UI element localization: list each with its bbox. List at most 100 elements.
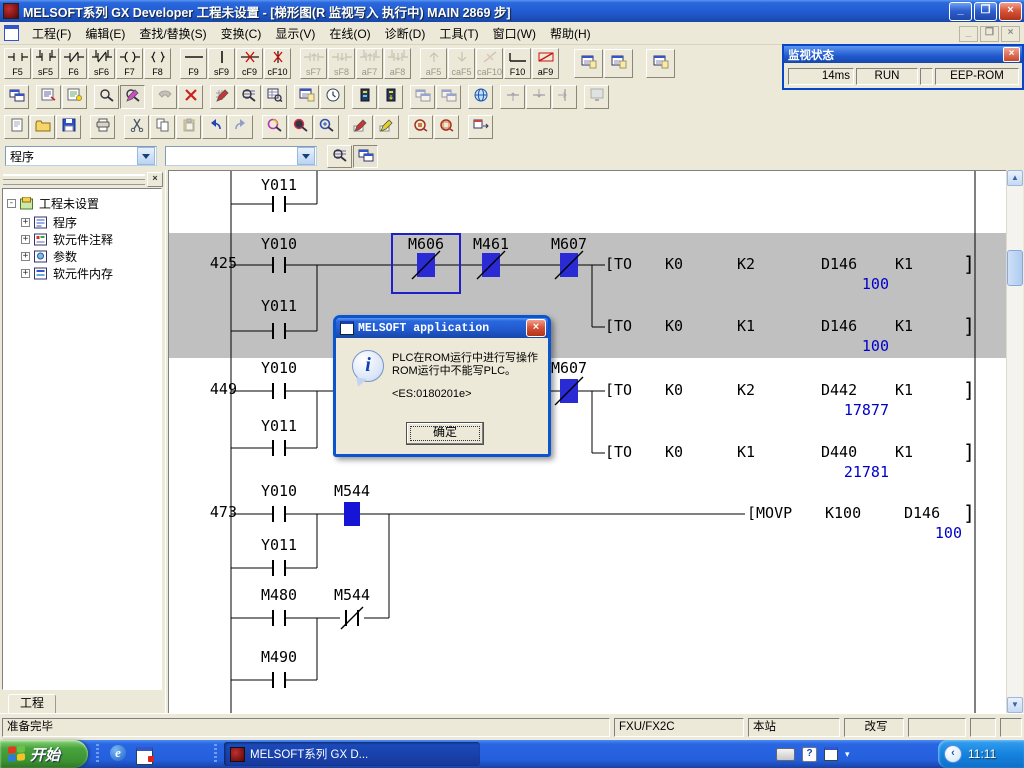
fkey-button-aF5[interactable]: aF5	[420, 48, 447, 79]
device-test-write-button[interactable]	[348, 115, 373, 139]
screen-display-button[interactable]	[584, 85, 609, 109]
copy-button[interactable]	[150, 115, 175, 139]
menu-9[interactable]: 窗口(W)	[486, 22, 543, 45]
chevron-down-icon[interactable]	[297, 147, 315, 165]
tile-windows-button[interactable]	[410, 85, 435, 109]
comment-note-button[interactable]	[646, 49, 675, 78]
redo-button[interactable]	[228, 115, 253, 139]
expand-icon[interactable]: +	[21, 269, 30, 278]
expand-icon[interactable]: +	[21, 218, 30, 227]
tree-item-2[interactable]: +软元件注释	[21, 231, 113, 248]
delete-row-button[interactable]	[526, 85, 551, 109]
mdi-minimize-button[interactable]: _	[959, 26, 978, 42]
paste-button[interactable]	[176, 115, 201, 139]
print-button[interactable]	[90, 115, 115, 139]
fkey-button-cF10[interactable]: cF10	[264, 48, 291, 79]
device-batch-monitor-button[interactable]	[236, 85, 261, 109]
scroll-down-icon[interactable]: ▼	[1007, 697, 1023, 713]
ladder-monitor-button[interactable]	[574, 49, 603, 78]
mdi-close-button[interactable]: ×	[1001, 26, 1020, 42]
fkey-button-aF8[interactable]: aF8	[384, 48, 411, 79]
monitor-status-titlebar[interactable]: 监视状态 ×	[784, 46, 1022, 63]
device-combobox[interactable]	[165, 146, 317, 166]
zoom-in-button[interactable]	[408, 115, 433, 139]
project-data-list-button[interactable]	[4, 85, 29, 109]
menu-5[interactable]: 显示(V)	[268, 22, 322, 45]
fkey-button-F6[interactable]: F6	[60, 48, 87, 79]
start-button[interactable]: 开始	[0, 740, 88, 768]
zoom-out-button[interactable]	[434, 115, 459, 139]
comment-edit-button[interactable]	[374, 115, 399, 139]
online-change-button[interactable]	[468, 85, 493, 109]
expand-icon[interactable]: +	[21, 252, 30, 261]
close-icon[interactable]: ×	[526, 319, 546, 337]
undo-button[interactable]	[202, 115, 227, 139]
cascade-windows-button[interactable]	[436, 85, 461, 109]
program-type-combobox[interactable]: 程序	[5, 146, 157, 166]
fkey-button-sF8[interactable]: sF8	[328, 48, 355, 79]
panel-close-icon[interactable]: ×	[147, 172, 163, 187]
fkey-button-aF7[interactable]: aF7	[356, 48, 383, 79]
help-tray-icon[interactable]: ?	[802, 747, 817, 762]
fkey-button-F8[interactable]: F8	[144, 48, 171, 79]
project-tree-toggle-button[interactable]	[353, 145, 378, 168]
window-tray-icon[interactable]	[824, 747, 838, 761]
fkey-button-sF7[interactable]: sF7	[300, 48, 327, 79]
expand-icon[interactable]: +	[21, 235, 30, 244]
hide-icons-chevron[interactable]: ‹	[944, 745, 962, 763]
close-button[interactable]: ×	[999, 2, 1022, 21]
find-device-use-button[interactable]	[314, 115, 339, 139]
device-comment-button[interactable]	[327, 145, 352, 168]
insert-row-button[interactable]	[500, 85, 525, 109]
scan-time-button[interactable]	[320, 85, 345, 109]
menu-4[interactable]: 变换(C)	[214, 22, 269, 45]
menu-6[interactable]: 在线(O)	[322, 22, 377, 45]
new-project-button[interactable]	[4, 115, 29, 139]
ladder-cursor[interactable]	[391, 233, 461, 294]
fkey-button-F7[interactable]: F7	[116, 48, 143, 79]
menu-3[interactable]: 查找/替换(S)	[132, 22, 213, 45]
entry-data-monitor-button[interactable]	[604, 49, 633, 78]
insert-column-button[interactable]	[552, 85, 577, 109]
buffer-memory-monitor-button[interactable]	[262, 85, 287, 109]
ok-button[interactable]: 确定	[406, 422, 484, 445]
close-icon[interactable]: ×	[1003, 47, 1020, 62]
save-project-button[interactable]	[56, 115, 81, 139]
monitor-mode-button[interactable]	[352, 85, 377, 109]
find-button[interactable]	[262, 115, 287, 139]
tree-item-4[interactable]: +软元件内存	[21, 265, 113, 282]
tab-project[interactable]: 工程	[8, 694, 56, 713]
fkey-button-sF6[interactable]: sF6	[88, 48, 115, 79]
collapse-icon[interactable]: -	[7, 199, 16, 208]
fkey-button-caF10[interactable]: caF10	[476, 48, 503, 79]
taskbar-task-button[interactable]: MELSOFT系列 GX D...	[224, 742, 480, 766]
find-replace-button[interactable]	[288, 115, 313, 139]
comment-display-button[interactable]	[36, 85, 61, 109]
vertical-scrollbar[interactable]: ▲ ▼	[1006, 170, 1023, 713]
menu-7[interactable]: 诊断(D)	[378, 22, 433, 45]
tray-expand-icon[interactable]: ▾	[845, 749, 850, 760]
restore-button[interactable]: ❐	[974, 2, 997, 21]
fkey-button-F10[interactable]: F10	[504, 48, 531, 79]
telephone-line-button[interactable]	[152, 85, 177, 109]
fkey-button-sF9[interactable]: sF9	[208, 48, 235, 79]
find-device-button[interactable]	[94, 85, 119, 109]
menu-2[interactable]: 编辑(E)	[78, 22, 132, 45]
minimize-button[interactable]: _	[949, 2, 972, 21]
device-test-button[interactable]	[210, 85, 235, 109]
quick-launch-icon[interactable]	[136, 745, 154, 763]
menu-8[interactable]: 工具(T)	[432, 22, 485, 45]
dialog-titlebar[interactable]: MELSOFT application ×	[336, 318, 548, 338]
find-write-mode-button[interactable]	[120, 85, 145, 109]
fkey-button-caF5[interactable]: caF5	[448, 48, 475, 79]
panel-grip[interactable]	[3, 174, 145, 185]
monitor-write-mode-button[interactable]	[378, 85, 403, 109]
menu-10[interactable]: 帮助(H)	[543, 22, 598, 45]
keyboard-layout-icon[interactable]	[776, 748, 795, 761]
clear-circuit-button[interactable]	[178, 85, 203, 109]
internet-explorer-icon[interactable]: e	[110, 745, 128, 763]
cut-button[interactable]	[124, 115, 149, 139]
tree-item-3[interactable]: +参数	[21, 248, 77, 265]
fkey-button-F9[interactable]: F9	[180, 48, 207, 79]
statement-display-button[interactable]	[62, 85, 87, 109]
